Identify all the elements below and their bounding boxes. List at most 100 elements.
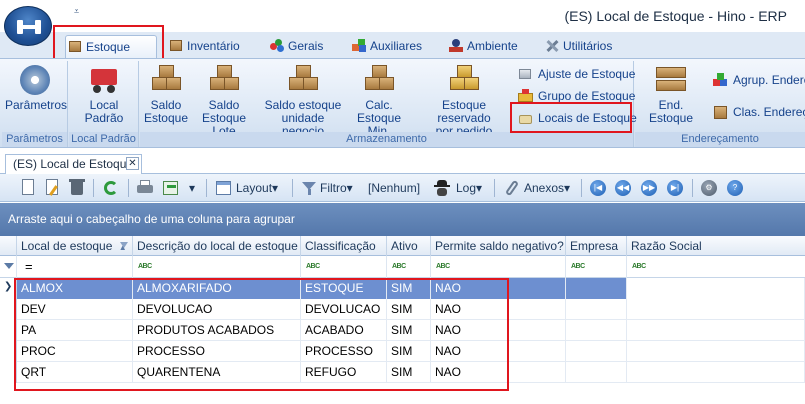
table-cell[interactable]: SIM [387, 299, 431, 320]
spy-user-icon[interactable] [433, 179, 451, 197]
table-cell[interactable] [566, 362, 627, 383]
table-cell[interactable] [627, 299, 805, 320]
paperclip-icon[interactable] [503, 179, 521, 197]
tab-inventario[interactable]: Inventário [167, 35, 240, 58]
filter-cell-local[interactable]: = [17, 256, 133, 278]
application-menu-button[interactable] [4, 6, 52, 46]
table-cell[interactable] [627, 320, 805, 341]
filter-cell-classificacao[interactable]: ABC [301, 256, 387, 278]
filter-cell-razao-social[interactable]: ABC [627, 256, 805, 278]
table-cell[interactable] [627, 341, 805, 362]
tab-utilitarios[interactable]: Utilitários [543, 35, 612, 58]
filter-cell-ativo[interactable]: ABC [387, 256, 431, 278]
column-header-descricao[interactable]: Descrição do local de estoque [133, 236, 301, 256]
estoque-reservado-button[interactable]: Estoque reservado por pedido [414, 65, 514, 138]
column-header-empresa[interactable]: Empresa [566, 236, 627, 256]
clas-endereco-button[interactable]: Clas. Endereço [711, 103, 805, 122]
table-cell[interactable]: PROC [17, 341, 133, 362]
table-cell[interactable]: ALMOX [17, 278, 133, 299]
log-button[interactable]: Log▾ [456, 178, 482, 198]
tab-ambiente[interactable]: Ambiente [447, 35, 518, 58]
layout-icon[interactable] [215, 179, 233, 197]
last-record-icon[interactable]: ▶| [667, 180, 683, 196]
saldo-estoque-lote-button[interactable]: Saldo Estoque Lote [190, 65, 258, 138]
settings-icon[interactable]: ⚙ [701, 180, 717, 196]
table-cell[interactable]: REFUGO [301, 362, 387, 383]
table-row[interactable]: PROC PROCESSO PROCESSO SIM NAO [0, 341, 805, 362]
table-cell[interactable]: QRT [17, 362, 133, 383]
help-icon[interactable]: ? [727, 180, 743, 196]
column-header-razao-social[interactable]: Razão Social [627, 236, 805, 256]
table-cell[interactable]: ESTOQUE [301, 278, 387, 299]
table-cell[interactable] [566, 320, 627, 341]
row-indicator[interactable]: ❯ [0, 278, 17, 299]
table-cell[interactable]: NAO [431, 299, 566, 320]
edit-document-icon[interactable] [44, 179, 62, 197]
column-header-local[interactable]: Local de estoque ▲ [17, 236, 133, 256]
row-indicator[interactable] [0, 341, 17, 362]
table-cell[interactable]: QUARENTENA [133, 362, 301, 383]
table-cell[interactable]: DEV [17, 299, 133, 320]
table-cell[interactable]: DEVOLUCAO [133, 299, 301, 320]
table-cell[interactable] [627, 362, 805, 383]
table-cell[interactable]: PA [17, 320, 133, 341]
row-indicator[interactable] [0, 299, 17, 320]
tab-estoque[interactable]: Estoque [65, 35, 157, 58]
table-cell[interactable]: SIM [387, 320, 431, 341]
table-cell[interactable]: NAO [431, 362, 566, 383]
close-tab-icon[interactable]: ✕ [126, 157, 139, 170]
table-cell[interactable]: ALMOXARIFADO [133, 278, 301, 299]
table-cell[interactable]: PRODUTOS ACABADOS [133, 320, 301, 341]
table-cell[interactable]: ACABADO [301, 320, 387, 341]
ajuste-estoque-button[interactable]: Ajuste de Estoque [516, 65, 635, 84]
layout-button[interactable]: Layout▾ [236, 178, 278, 198]
table-cell[interactable]: SIM [387, 362, 431, 383]
grupo-estoque-button[interactable]: Grupo de Estoque [516, 87, 635, 106]
saldo-estoque-button[interactable]: Saldo Estoque [142, 65, 190, 125]
row-indicator[interactable] [0, 320, 17, 341]
table-cell[interactable]: SIM [387, 341, 431, 362]
end-estoque-button[interactable]: End. Estoque [637, 65, 705, 125]
anexos-button[interactable]: Anexos▾ [524, 178, 570, 198]
tab-gerais[interactable]: Gerais [268, 35, 323, 58]
refresh-icon[interactable] [102, 179, 120, 197]
document-tab-local-estoque[interactable]: (ES) Local de Estoque ✕ [5, 154, 142, 174]
table-cell[interactable] [566, 341, 627, 362]
filter-cell-descricao[interactable]: ABC [133, 256, 301, 278]
table-cell[interactable]: NAO [431, 320, 566, 341]
table-cell[interactable] [566, 278, 627, 299]
table-row[interactable]: DEV DEVOLUCAO DEVOLUCAO SIM NAO [0, 299, 805, 320]
locais-estoque-button[interactable]: Locais de Estoque [516, 109, 637, 128]
table-cell[interactable]: PROCESSO [301, 341, 387, 362]
local-padrao-button[interactable]: Local Padrão [73, 65, 135, 125]
agrup-endereco-button[interactable]: Agrup. Endere [711, 71, 805, 90]
column-header-classificacao[interactable]: Classificação [301, 236, 387, 256]
table-cell[interactable]: NAO [431, 341, 566, 362]
table-cell[interactable] [566, 299, 627, 320]
group-by-panel[interactable]: Arraste aqui o cabeçalho de uma coluna p… [0, 203, 805, 236]
table-row[interactable]: PA PRODUTOS ACABADOS ACABADO SIM NAO [0, 320, 805, 341]
next-record-icon[interactable]: ▶▶ [641, 180, 657, 196]
filter-funnel-icon[interactable] [300, 179, 318, 197]
previous-record-icon[interactable]: ◀◀ [615, 180, 631, 196]
table-cell[interactable] [627, 278, 805, 299]
tab-auxiliares[interactable]: Auxiliares [350, 35, 422, 58]
parametros-button[interactable]: Parâmetros [5, 65, 67, 112]
column-filter-icon[interactable] [120, 242, 128, 248]
table-cell[interactable]: PROCESSO [133, 341, 301, 362]
table-cell[interactable]: DEVOLUCAO [301, 299, 387, 320]
saldo-estoque-unidade-button[interactable]: Saldo estoque unidade negocio [260, 65, 346, 138]
table-row[interactable]: QRT QUARENTENA REFUGO SIM NAO [0, 362, 805, 383]
export-icon[interactable] [162, 179, 180, 197]
filter-cell-empresa[interactable]: ABC [566, 256, 627, 278]
calc-estoque-min-button[interactable]: Calc. Estoque Min. [348, 65, 410, 138]
filter-cell-permite-saldo[interactable]: ABC [431, 256, 566, 278]
print-icon[interactable] [136, 179, 154, 197]
column-header-permite-saldo[interactable]: Permite saldo negativo? [431, 236, 566, 256]
export-dropdown-arrow[interactable]: ▾ [189, 178, 195, 198]
first-record-icon[interactable]: |◀ [590, 180, 606, 196]
new-document-icon[interactable] [20, 179, 38, 197]
delete-trash-icon[interactable] [68, 179, 86, 197]
table-cell[interactable]: NAO [431, 278, 566, 299]
column-header-ativo[interactable]: Ativo [387, 236, 431, 256]
